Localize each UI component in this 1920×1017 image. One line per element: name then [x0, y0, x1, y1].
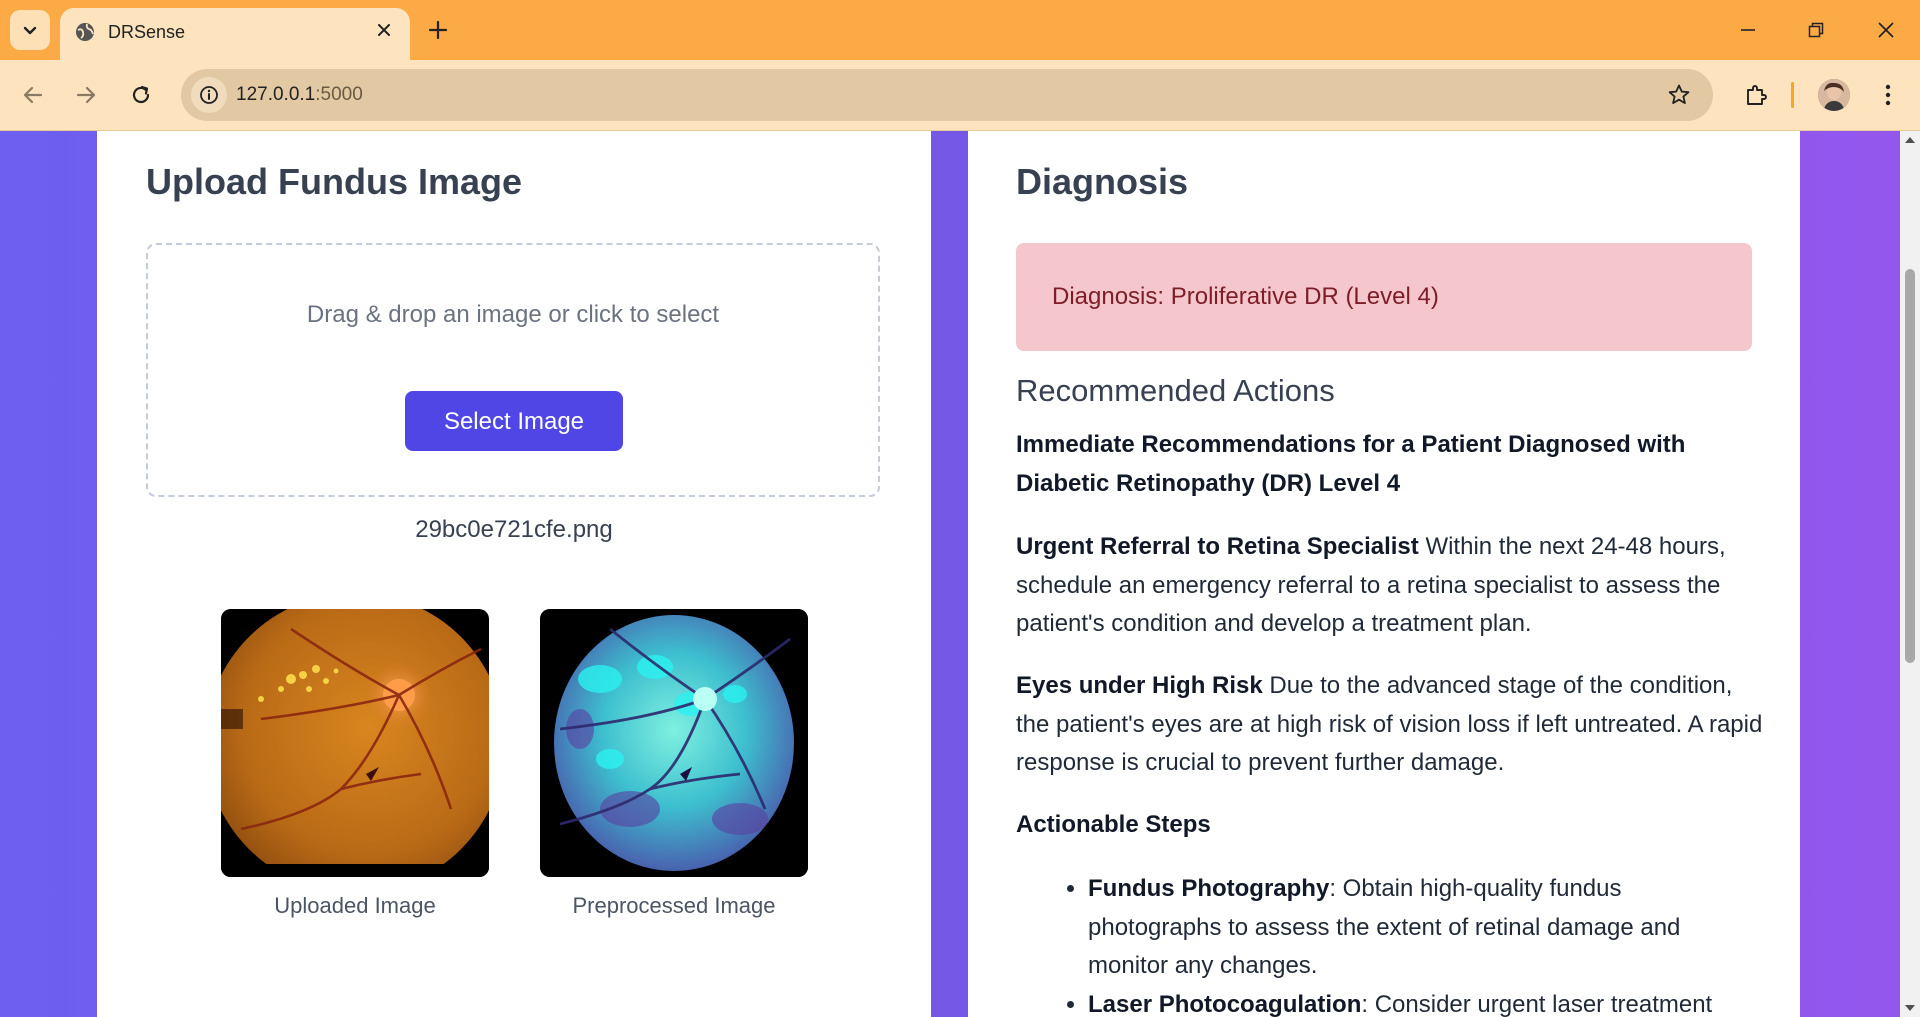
tab-search-button[interactable]	[10, 10, 50, 50]
preprocessed-fundus-graphic	[540, 609, 808, 877]
toolbar-separator	[1791, 82, 1794, 108]
bookmark-button[interactable]	[1665, 81, 1693, 109]
url-text: 127.0.0.1:5000	[236, 84, 363, 106]
reload-button[interactable]	[121, 75, 161, 115]
uploaded-image-caption: Uploaded Image	[274, 893, 436, 918]
step-text: : Consider urgent laser treatment	[1361, 990, 1713, 1017]
risk-paragraph: Eyes under High Risk Due to the advanced…	[1016, 667, 1766, 783]
globe-icon	[76, 23, 94, 41]
site-info-button[interactable]	[191, 77, 227, 113]
selected-filename: 29bc0e721cfe.png	[415, 516, 613, 543]
close-icon	[1878, 22, 1894, 38]
referral-heading: Urgent Referral to Retina Specialist	[1016, 533, 1419, 560]
star-icon	[1668, 84, 1690, 104]
scroll-up-arrow-icon[interactable]	[1904, 135, 1916, 145]
scroll-down-arrow-icon[interactable]	[1904, 1003, 1916, 1013]
browser-menu-button[interactable]	[1868, 75, 1908, 115]
upload-card: Upload Fundus Image Drag & drop an image…	[97, 131, 931, 1017]
avatar-icon	[1818, 79, 1850, 111]
dropzone-text: Drag & drop an image or click to select	[306, 301, 720, 328]
image-dropzone[interactable]: Drag & drop an image or click to select …	[146, 243, 880, 497]
scrollbar-thumb[interactable]	[1905, 269, 1915, 663]
browser-titlebar: DRSense	[0, 0, 1920, 60]
chevron-down-icon	[23, 26, 37, 35]
recommendation-intro-heading: Immediate Recommendations for a Patient …	[1016, 431, 1686, 497]
restore-icon	[1808, 22, 1824, 38]
address-bar[interactable]: 127.0.0.1:5000	[181, 69, 1713, 121]
list-item: Fundus Photography: Obtain high-quality …	[1088, 870, 1732, 986]
preprocessed-image-caption: Preprocessed Image	[572, 893, 776, 918]
tab-close-button[interactable]	[372, 18, 396, 42]
close-icon	[378, 24, 390, 36]
diagnosis-title: Diagnosis	[1016, 161, 1189, 202]
close-window-button[interactable]	[1858, 10, 1914, 50]
step-term: Fundus Photography	[1088, 875, 1330, 902]
steps-list: Fundus Photography: Obtain high-quality …	[1052, 870, 1732, 1017]
arrow-right-icon	[76, 86, 96, 104]
reload-icon	[132, 85, 150, 104]
upload-title: Upload Fundus Image	[146, 161, 523, 202]
back-button[interactable]	[13, 75, 53, 115]
uploaded-fundus-graphic	[221, 609, 489, 877]
browser-toolbar: 127.0.0.1:5000	[0, 60, 1920, 131]
diagnosis-card: Diagnosis Diagnosis: Proliferative DR (L…	[968, 131, 1800, 1017]
url-port: :5000	[315, 84, 363, 105]
url-host: 127.0.0.1	[236, 84, 316, 105]
steps-ul: Fundus Photography: Obtain high-quality …	[1052, 870, 1732, 1017]
page-scrollbar[interactable]	[1900, 131, 1920, 1017]
select-image-button[interactable]: Select Image	[405, 391, 623, 451]
list-item: Laser Photocoagulation: Consider urgent …	[1088, 986, 1732, 1017]
steps-heading-paragraph: Actionable Steps	[1016, 806, 1766, 845]
tab-title: DRSense	[108, 22, 186, 42]
steps-heading: Actionable Steps	[1016, 811, 1211, 838]
diagnosis-result-alert: Diagnosis: Proliferative DR (Level 4)	[1016, 243, 1752, 351]
puzzle-icon	[1747, 85, 1767, 105]
arrow-left-icon	[23, 86, 43, 104]
forward-button[interactable]	[66, 75, 106, 115]
referral-paragraph: Urgent Referral to Retina Specialist Wit…	[1016, 528, 1766, 644]
more-vertical-icon	[1885, 84, 1891, 106]
browser-tab[interactable]: DRSense	[60, 8, 410, 60]
minimize-icon	[1741, 29, 1755, 31]
minimize-button[interactable]	[1720, 10, 1776, 50]
info-icon	[200, 86, 218, 104]
new-tab-button[interactable]	[422, 14, 454, 46]
profile-avatar[interactable]	[1818, 79, 1850, 111]
page-viewport: Upload Fundus Image Drag & drop an image…	[0, 131, 1900, 1017]
diagnosis-result-text: Diagnosis: Proliferative DR (Level 4)	[1052, 283, 1439, 310]
plus-icon	[428, 20, 448, 40]
step-term: Laser Photocoagulation	[1088, 990, 1362, 1017]
restore-button[interactable]	[1788, 10, 1844, 50]
recommendation-intro: Immediate Recommendations for a Patient …	[1016, 426, 1766, 503]
risk-heading: Eyes under High Risk	[1016, 672, 1263, 699]
recommended-actions-title: Recommended Actions	[1016, 373, 1335, 408]
preprocessed-image	[540, 609, 808, 877]
extensions-button[interactable]	[1736, 75, 1776, 115]
uploaded-image	[221, 609, 489, 877]
